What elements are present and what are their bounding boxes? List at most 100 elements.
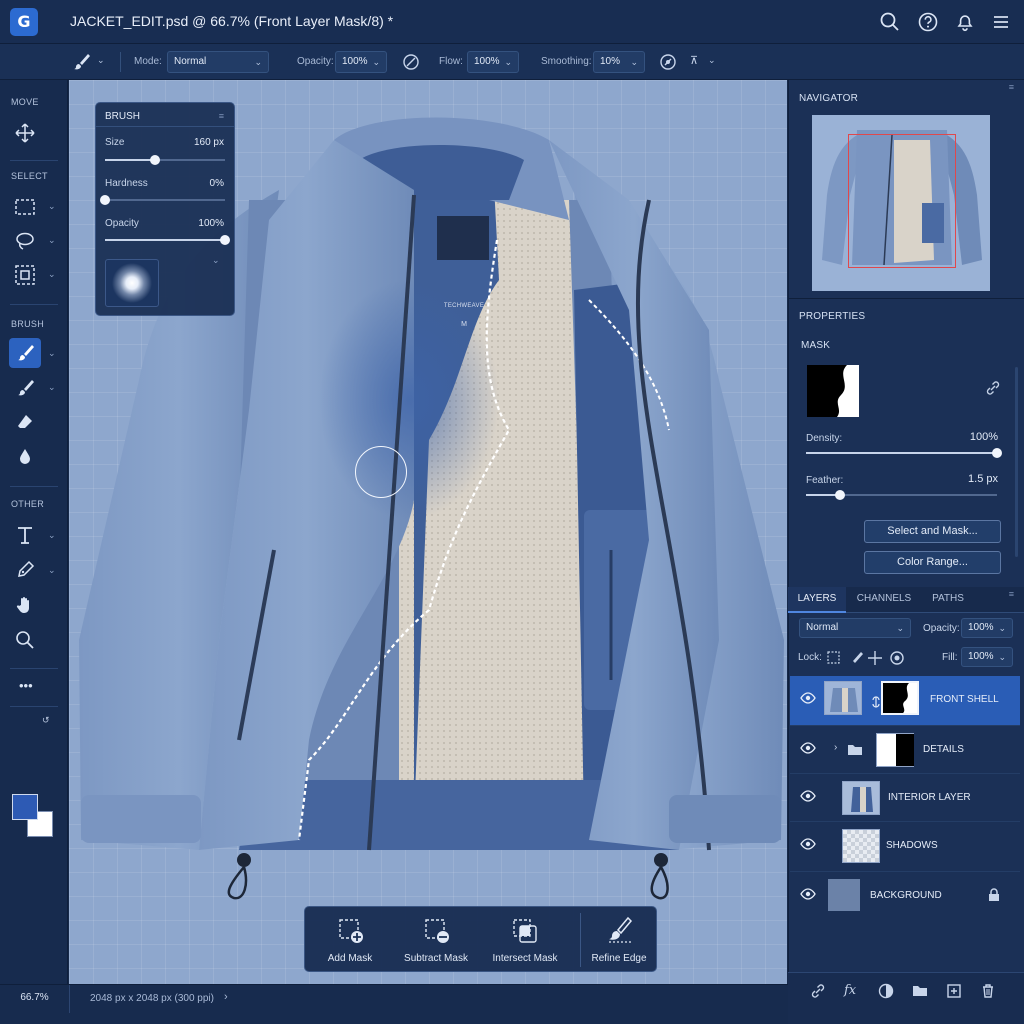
menu-icon[interactable] [990, 11, 1012, 33]
type-tool[interactable] [9, 520, 41, 550]
help-icon[interactable] [917, 11, 939, 33]
chevron-icon[interactable]: ⌄ [48, 565, 56, 576]
panel-menu-icon[interactable]: ≡ [1009, 82, 1014, 92]
opacity-value: 100% [342, 56, 368, 67]
title-bar: G JACKET_EDIT.psd @ 66.7% (Front Layer M… [0, 0, 1024, 44]
link-layers-icon[interactable] [810, 983, 826, 999]
color-range-button[interactable]: Color Range... [864, 551, 1001, 574]
feather-slider[interactable] [806, 490, 997, 500]
chevron-right-icon[interactable]: › [834, 742, 837, 753]
chevron-icon[interactable]: ⌄ [48, 269, 56, 280]
layer-row-interior[interactable]: INTERIOR LAYER [790, 774, 1020, 822]
pen-tool[interactable] [9, 555, 41, 585]
visibility-eye-icon[interactable] [800, 742, 816, 754]
layer-opacity-select[interactable]: 100% ⌄ [961, 618, 1013, 638]
tab-channels[interactable]: CHANNELS [848, 587, 920, 613]
refine-edge-label: Refine Edge [591, 953, 647, 964]
smoothing-select[interactable]: 10% ⌄ [593, 51, 645, 73]
mode-select[interactable]: Normal ⌄ [167, 51, 269, 73]
eraser-tool[interactable] [9, 407, 41, 437]
mask-link-icon[interactable] [872, 696, 880, 708]
bell-icon[interactable] [954, 11, 976, 33]
tab-layers[interactable]: LAYERS [788, 587, 846, 613]
add-mask-button[interactable]: Add Mask [311, 907, 389, 973]
visibility-eye-icon[interactable] [800, 888, 816, 900]
hand-tool[interactable] [9, 590, 41, 620]
lock-icons[interactable] [826, 650, 914, 666]
swap-colors-icon[interactable]: ↺ [42, 715, 50, 726]
brush-preset-icon[interactable] [72, 52, 92, 72]
eraser-icon [18, 415, 32, 428]
blend-mode-select[interactable]: Normal ⌄ [799, 618, 911, 638]
rect-marquee-tool[interactable] [9, 192, 41, 222]
more-tools-icon[interactable]: ••• [19, 678, 33, 693]
foreground-color-swatch[interactable] [12, 794, 38, 820]
fill-select[interactable]: 100% ⌄ [961, 647, 1013, 667]
subtract-mask-button[interactable]: Subtract Mask [397, 907, 475, 973]
chevron-down-icon: ⌄ [896, 623, 904, 633]
divider [580, 913, 581, 967]
symmetry-icon[interactable]: ⊼ [690, 54, 698, 67]
visibility-eye-icon[interactable] [800, 790, 816, 802]
search-icon[interactable] [879, 11, 901, 33]
move-tool[interactable] [9, 118, 41, 148]
blur-tool[interactable] [9, 442, 41, 472]
zoom-tool[interactable] [9, 625, 41, 655]
new-layer-icon[interactable] [946, 983, 962, 999]
object-select-tool[interactable] [9, 260, 41, 290]
new-group-icon[interactable] [912, 984, 928, 997]
delete-layer-icon[interactable] [980, 983, 996, 999]
panel-menu-icon[interactable]: ≡ [219, 111, 224, 121]
chevron-right-icon[interactable]: › [224, 991, 228, 1003]
chevron-icon[interactable]: ⌄ [48, 530, 56, 541]
brush-tip-chevron-icon[interactable]: ⌄ [212, 255, 220, 266]
layer-row-background[interactable]: BACKGROUND [790, 872, 1020, 920]
visibility-eye-icon[interactable] [800, 838, 816, 850]
mode-label: Mode: [134, 56, 162, 67]
fill-value: 100% [968, 651, 994, 662]
chevron-icon[interactable]: ⌄ [48, 348, 56, 359]
properties-scrollbar[interactable] [1015, 367, 1018, 557]
flow-select[interactable]: 100% ⌄ [467, 51, 519, 73]
lock-icon[interactable] [988, 888, 1000, 902]
adjustment-layer-icon[interactable] [878, 983, 894, 999]
density-slider[interactable] [806, 448, 1002, 458]
navigator-view-box[interactable] [848, 134, 956, 268]
status-bar: 66.7% 2048 px x 2048 px (300 ppi) › [0, 984, 788, 1024]
panel-menu-icon[interactable]: ≡ [1009, 589, 1014, 599]
visibility-eye-icon[interactable] [800, 692, 816, 704]
chevron-icon[interactable]: ⌄ [48, 382, 56, 393]
pressure-size-icon[interactable] [659, 53, 677, 71]
brush-tip-preview[interactable] [105, 259, 159, 307]
layer-effects-icon[interactable]: fx [844, 983, 856, 998]
section-move: MOVE [11, 97, 39, 107]
layer-row-details[interactable]: › DETAILS [790, 726, 1020, 774]
brush-tool[interactable] [9, 338, 41, 368]
intersect-mask-button[interactable]: Intersect Mask [485, 907, 565, 973]
tab-paths[interactable]: PATHS [922, 587, 974, 613]
opacity-select[interactable]: 100% ⌄ [335, 51, 387, 73]
opacity-slider[interactable] [105, 235, 230, 245]
refine-edge-button[interactable]: Refine Edge [584, 907, 654, 973]
layer-row-front-shell[interactable]: FRONT SHELL [790, 676, 1020, 726]
pressure-opacity-icon[interactable] [402, 53, 420, 71]
symmetry-chevron-icon[interactable]: ⌄ [708, 55, 716, 66]
select-and-mask-button[interactable]: Select and Mask... [864, 520, 1001, 543]
layer-mask-thumbnail[interactable] [881, 681, 919, 715]
divider [10, 706, 58, 707]
layer-row-shadows[interactable]: SHADOWS [790, 822, 1020, 872]
brush-preset-chevron-icon[interactable]: ⌄ [97, 55, 105, 66]
smoothing-label: Smoothing: [541, 56, 592, 67]
properties-title: PROPERTIES [799, 311, 866, 322]
size-slider[interactable] [105, 155, 225, 165]
hardness-slider[interactable] [100, 195, 225, 205]
app-logo[interactable]: G [10, 8, 38, 36]
opacity-value: 100% [198, 218, 224, 229]
mixer-brush-tool[interactable] [9, 373, 41, 403]
chevron-icon[interactable]: ⌄ [48, 201, 56, 212]
zoom-level[interactable]: 66.7% [0, 985, 70, 1013]
chevron-icon[interactable]: ⌄ [48, 235, 56, 246]
lasso-tool[interactable] [9, 226, 41, 256]
link-icon[interactable] [985, 380, 1001, 396]
mask-thumbnail[interactable] [807, 365, 859, 417]
